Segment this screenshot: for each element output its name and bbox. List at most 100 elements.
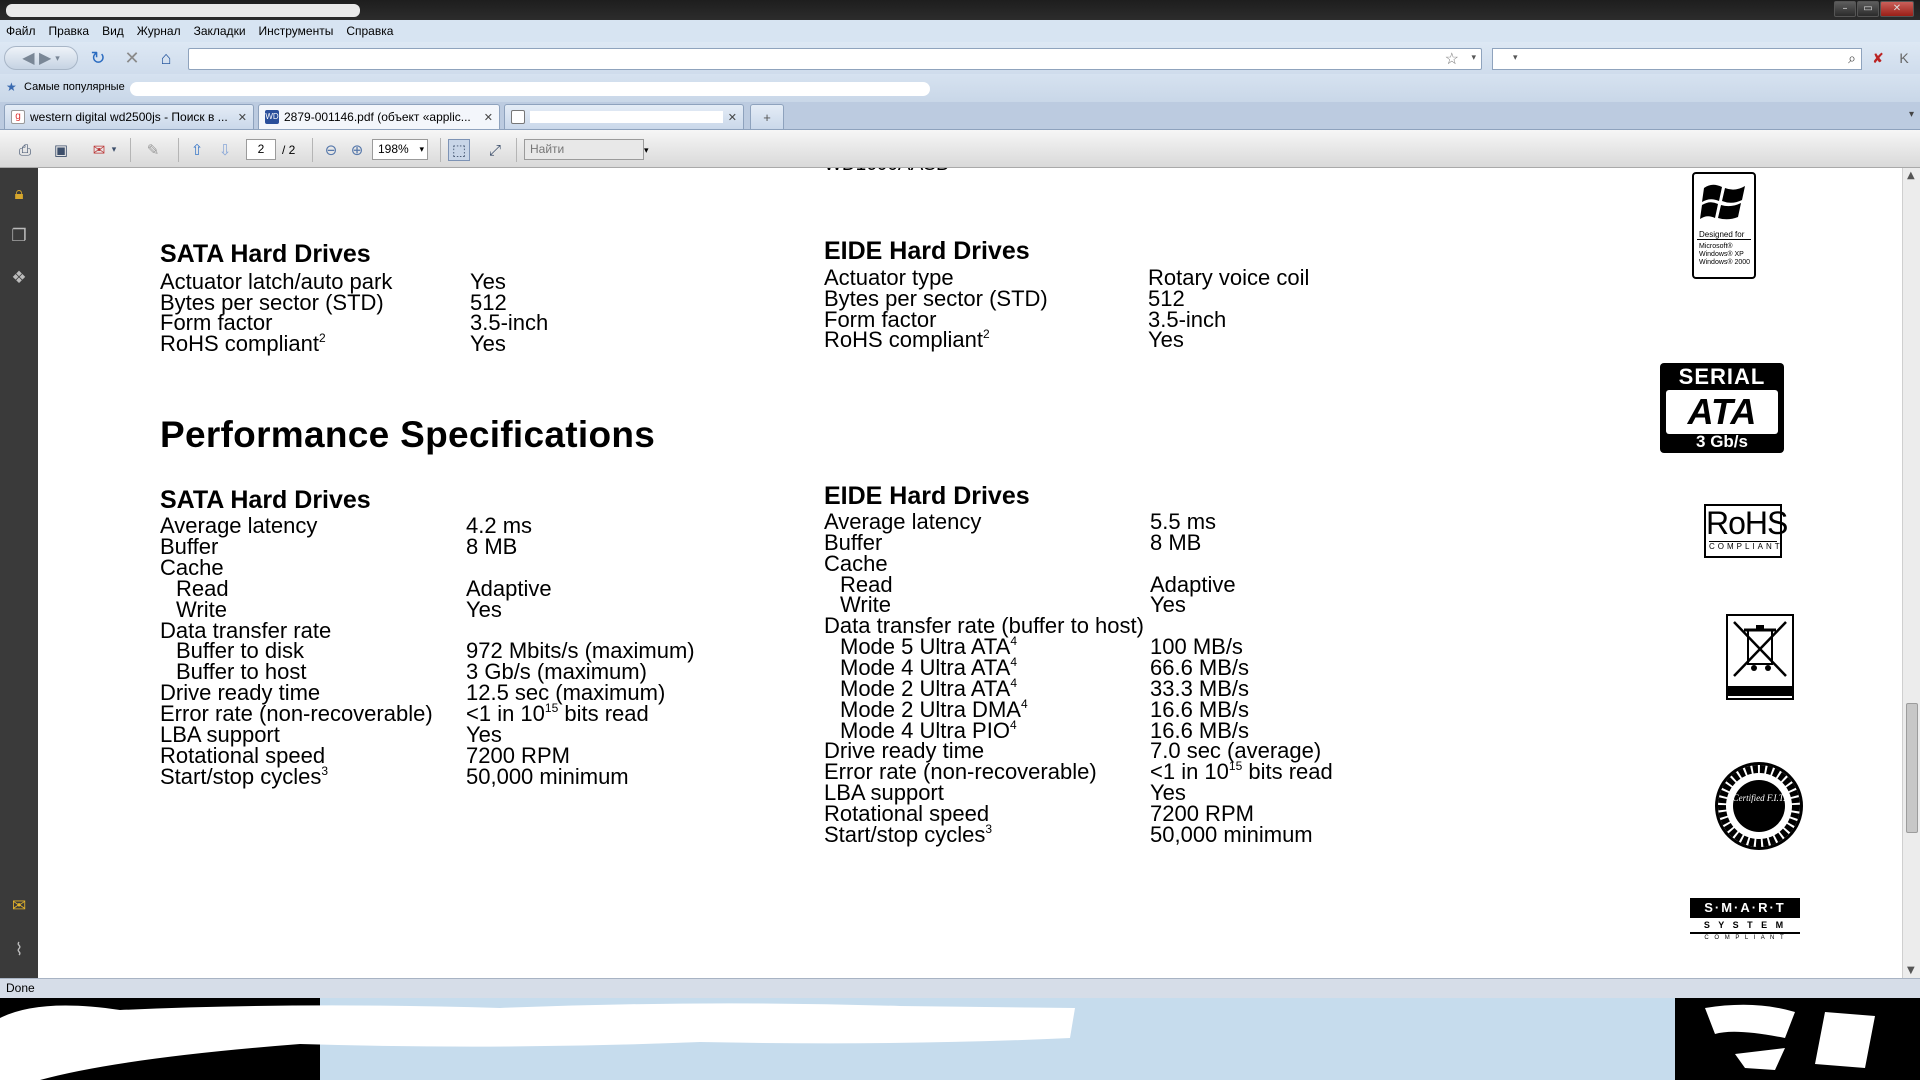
status-bar: Done [0,978,1920,998]
menu-help[interactable]: Справка [346,24,393,38]
back-arrow-icon[interactable]: ◀ [22,48,34,68]
minimize-button[interactable]: – [1834,1,1856,17]
most-visited-bookmark[interactable]: Самые популярные [24,81,125,93]
serial-ata-logo: SERIAL ATA 3 Gb/s [1660,363,1784,453]
tab-title-redacted [530,111,723,123]
forward-arrow-icon[interactable]: ▶ [39,48,51,68]
comments-icon[interactable]: ✉ [7,894,31,918]
menu-file[interactable]: Файл [6,24,36,38]
google-favicon-icon: g [11,110,25,124]
pdf-navigation-panel: 🔒︎ ❐ ❖ ✉ ⌇ [0,168,38,978]
print-icon[interactable]: ⎙ [14,139,36,161]
new-tab-button[interactable]: + [750,104,784,129]
crossed-bin-icon [1728,621,1792,696]
toolbar-separator [130,138,131,162]
pdf-toolbar: ⎙ ▣ ✉ ▾ ✎ ⇧ ⇩ 2 / 2 ⊖ ⊕ 198% ▾ ⬚ ⤢ Найти… [0,130,1920,168]
tab-empty[interactable]: ✕ [504,104,744,129]
share-dropdown-icon[interactable]: ▾ [108,139,120,161]
eide-general-heading: EIDE Hard Drives [824,237,1030,265]
page-number-input[interactable]: 2 [246,139,276,160]
spec-value: 50,000 minimum [466,763,629,789]
url-dropdown-icon[interactable]: ▾ [1471,52,1476,63]
menu-tools[interactable]: Инструменты [259,24,334,38]
toolbar-separator [312,138,313,162]
menu-bookmarks[interactable]: Закладки [194,24,246,38]
scrollbar-thumb[interactable] [1906,703,1918,833]
search-icon[interactable]: ⌕ [1848,50,1856,67]
attachments-icon[interactable]: ⌇ [7,938,31,962]
wd-favicon-icon: WD [265,110,279,124]
address-bar[interactable]: ☆ ▾ [188,48,1482,70]
history-dropdown-icon[interactable]: ▾ [55,53,60,64]
tab-title: 2879-001146.pdf (объект «applic... [284,110,471,124]
stop-icon[interactable]: ✕ [120,46,144,70]
bookmark-star-icon[interactable]: ☆ [1445,49,1459,69]
fit-width-icon[interactable]: ⬚ [448,139,470,161]
maximize-button[interactable]: ▭ [1857,1,1879,17]
rohs-logo-big: RoHS [1706,505,1788,541]
bookmarks-redacted [130,82,930,96]
sata-general-heading: SATA Hard Drives [160,240,371,268]
spec-label: Start/stop cycles3 [824,821,993,847]
sata-logo-bottom: 3 Gb/s [1696,432,1748,451]
smart-logo-top: S·M·A·R·T [1690,898,1800,918]
bookmarks-panel-icon[interactable]: ❖ [7,266,31,290]
scroll-up-icon[interactable]: ▲ [1907,170,1915,181]
vertical-scrollbar[interactable]: ▲ ▼ [1902,168,1920,978]
blank-page-icon [511,110,525,124]
windows-logo-lines: Microsoft® Windows® XP Windows® 2000 [1699,243,1751,266]
menu-history[interactable]: Журнал [137,24,181,38]
spec-value: 50,000 minimum [1150,821,1313,847]
menu-view[interactable]: Вид [102,24,124,38]
tab-close-icon[interactable]: ✕ [728,111,737,124]
zoom-out-icon[interactable]: ⊖ [320,139,342,161]
rohs-logo-small: COMPLIANT [1709,541,1783,551]
lock-icon[interactable]: 🔒︎ [7,182,31,206]
tab-search[interactable]: g western digital wd2500js - Поиск в ...… [4,104,254,129]
spec-value: Yes [1148,327,1184,353]
next-page-icon[interactable]: ⇩ [214,139,236,161]
reload-icon[interactable]: ↻ [86,46,110,70]
back-forward-button[interactable]: ◀ ▶ ▾ [4,46,78,70]
toolbar-separator [178,138,179,162]
fit-page-icon[interactable]: ⤢ [484,139,506,161]
smart-logo-bottom: C O M P L I A N T [1704,935,1786,941]
pages-icon[interactable]: ❐ [7,224,31,248]
zoom-dropdown-icon: ▾ [419,144,424,154]
window-controls: – ▭ ✕ [1834,1,1914,17]
tab-pdf[interactable]: WD 2879-001146.pdf (объект «applic... ✕ [258,104,500,129]
spec-label: RoHS compliant2 [160,331,326,357]
scroll-down-icon[interactable]: ▼ [1907,965,1915,976]
find-input[interactable]: Найти [524,139,644,160]
window-title-redacted [6,4,360,17]
spec-label: RoHS compliant2 [824,327,990,353]
window-titlebar: – ▭ ✕ [0,0,1920,20]
search-engine-dropdown-icon[interactable]: ▾ [1513,52,1518,63]
sata-logo-top: SERIAL [1678,364,1766,389]
home-icon[interactable]: ⌂ [154,46,178,70]
spec-value: Yes [466,596,502,622]
zoom-level-select[interactable]: 198% ▾ [372,139,428,160]
addon-k-icon[interactable]: K [1894,46,1914,70]
save-icon[interactable]: ▣ [50,139,72,161]
search-bar[interactable]: ▾ ⌕ [1492,48,1862,70]
bookmarks-toolbar: ★ Самые популярные [0,74,1920,102]
addon-red-icon[interactable]: ✘ [1868,46,1888,70]
plus-icon: + [763,109,771,125]
sign-icon[interactable]: ✎ [142,139,164,161]
menu-edit[interactable]: Правка [49,24,90,38]
smart-system-logo: S·M·A·R·T S Y S T E M C O M P L I A N T [1690,898,1800,944]
fit-certified-logo: Certified F.I.T. [1715,762,1803,850]
close-window-button[interactable]: ✕ [1880,1,1914,17]
tab-close-icon[interactable]: ✕ [484,111,493,124]
windows-logo: Designed for Microsoft® Windows® XP Wind… [1692,172,1756,279]
zoom-in-icon[interactable]: ⊕ [346,139,368,161]
previous-page-icon[interactable]: ⇧ [186,139,208,161]
smart-logo-mid: S Y S T E M [1690,918,1800,934]
tab-list-icon[interactable]: ▾ [1909,109,1914,120]
share-icon[interactable]: ✉ [88,139,110,161]
zoom-value: 198% [378,142,409,156]
bookmark-folder-icon: ★ [6,80,17,94]
find-dropdown-icon[interactable]: ▾ [644,145,649,156]
tab-close-icon[interactable]: ✕ [238,111,247,124]
